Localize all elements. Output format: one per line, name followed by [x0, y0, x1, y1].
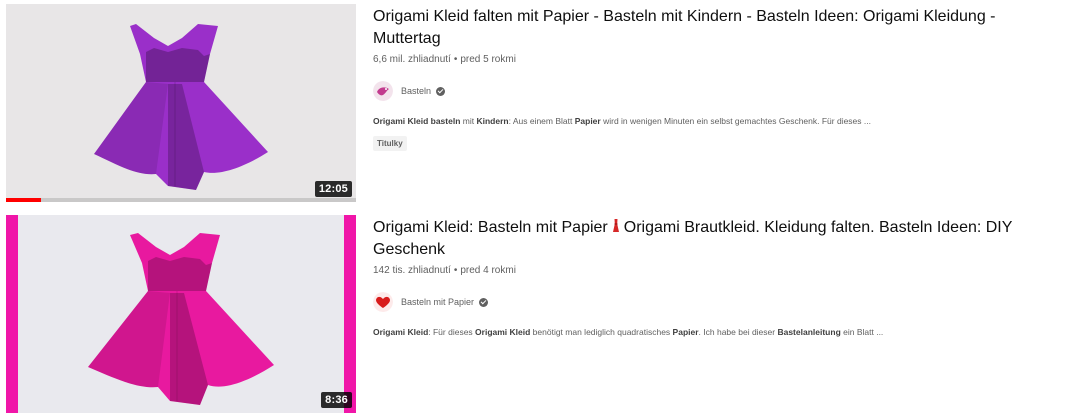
upload-age: pred 5 rokmi	[460, 54, 516, 65]
video-info: Origami Kleid falten mit Papier - Bastel…	[373, 6, 1063, 151]
snippet-highlight: Papier	[574, 116, 601, 126]
snippet-text: : Für dieses	[428, 327, 476, 337]
snippet-text: benötigt man lediglich quadratisches	[530, 327, 673, 337]
snippet-text: wird in wenigen Minuten ein selbst gemac…	[600, 116, 871, 126]
channel-row: Basteln mit Papier	[373, 292, 1063, 312]
dress-thumbnail-image	[6, 215, 356, 413]
channel-row: Basteln	[373, 81, 1063, 101]
view-count: 6,6 mil. zhliadnutí	[373, 54, 451, 65]
video-meta: 142 tis. zhliadnutí • pred 4 rokmi	[373, 264, 1063, 278]
separator-dot: •	[453, 54, 458, 65]
snippet-highlight: Bastelanleitung	[777, 327, 841, 337]
snippet-text: . Ich habe bei dieser	[698, 327, 778, 337]
snippet-text: ein Blatt ...	[840, 327, 884, 337]
dress-emoji-icon	[612, 219, 619, 232]
separator-dot: •	[453, 265, 458, 276]
video-result: 12:05 Origami Kleid falten mit Papier - …	[0, 0, 1069, 208]
search-results: 12:05 Origami Kleid falten mit Papier - …	[0, 0, 1069, 416]
snippet-highlight: Origami Kleid	[373, 327, 429, 337]
verified-check-icon	[436, 86, 446, 96]
bird-logo-icon	[373, 81, 393, 101]
watch-progress-bar	[6, 198, 356, 202]
channel-avatar[interactable]	[373, 81, 393, 101]
snippet-highlight: Kindern	[476, 116, 509, 126]
video-duration: 12:05	[314, 181, 352, 197]
heart-logo-icon	[373, 292, 393, 312]
video-title[interactable]: Origami Kleid: Basteln mit Papier Origami…	[373, 217, 1063, 261]
snippet-text: : Aus einem Blatt	[508, 116, 575, 126]
video-result: 8:36 Origami Kleid: Basteln mit Papier Or…	[0, 211, 1069, 416]
video-thumbnail[interactable]: 8:36	[6, 215, 356, 413]
video-thumbnail[interactable]: 12:05	[6, 4, 356, 202]
snippet-text: mit	[460, 116, 477, 126]
video-title[interactable]: Origami Kleid falten mit Papier - Bastel…	[373, 6, 1063, 50]
view-count: 142 tis. zhliadnutí	[373, 265, 451, 276]
video-meta: 6,6 mil. zhliadnutí • pred 5 rokmi	[373, 53, 1063, 67]
video-duration: 8:36	[321, 392, 352, 408]
snippet-highlight: Origami Kleid	[475, 327, 531, 337]
dress-thumbnail-image	[6, 4, 356, 202]
channel-name[interactable]: Basteln mit Papier	[401, 297, 474, 307]
video-description-snippet: Origami Kleid: Für dieses Origami Kleid …	[373, 326, 1063, 339]
snippet-highlight: Papier	[672, 327, 699, 337]
channel-avatar[interactable]	[373, 292, 393, 312]
channel-name[interactable]: Basteln	[401, 86, 431, 96]
video-description-snippet: Origami Kleid basteln mit Kindern: Aus e…	[373, 115, 1063, 128]
subtitles-badge: Titulky	[373, 136, 407, 151]
snippet-highlight: Origami Kleid basteln	[373, 116, 461, 126]
upload-age: pred 4 rokmi	[460, 265, 516, 276]
video-info: Origami Kleid: Basteln mit Papier Origami…	[373, 217, 1063, 339]
video-title-part: Origami Kleid: Basteln mit Papier	[373, 219, 608, 236]
verified-check-icon	[479, 297, 489, 307]
